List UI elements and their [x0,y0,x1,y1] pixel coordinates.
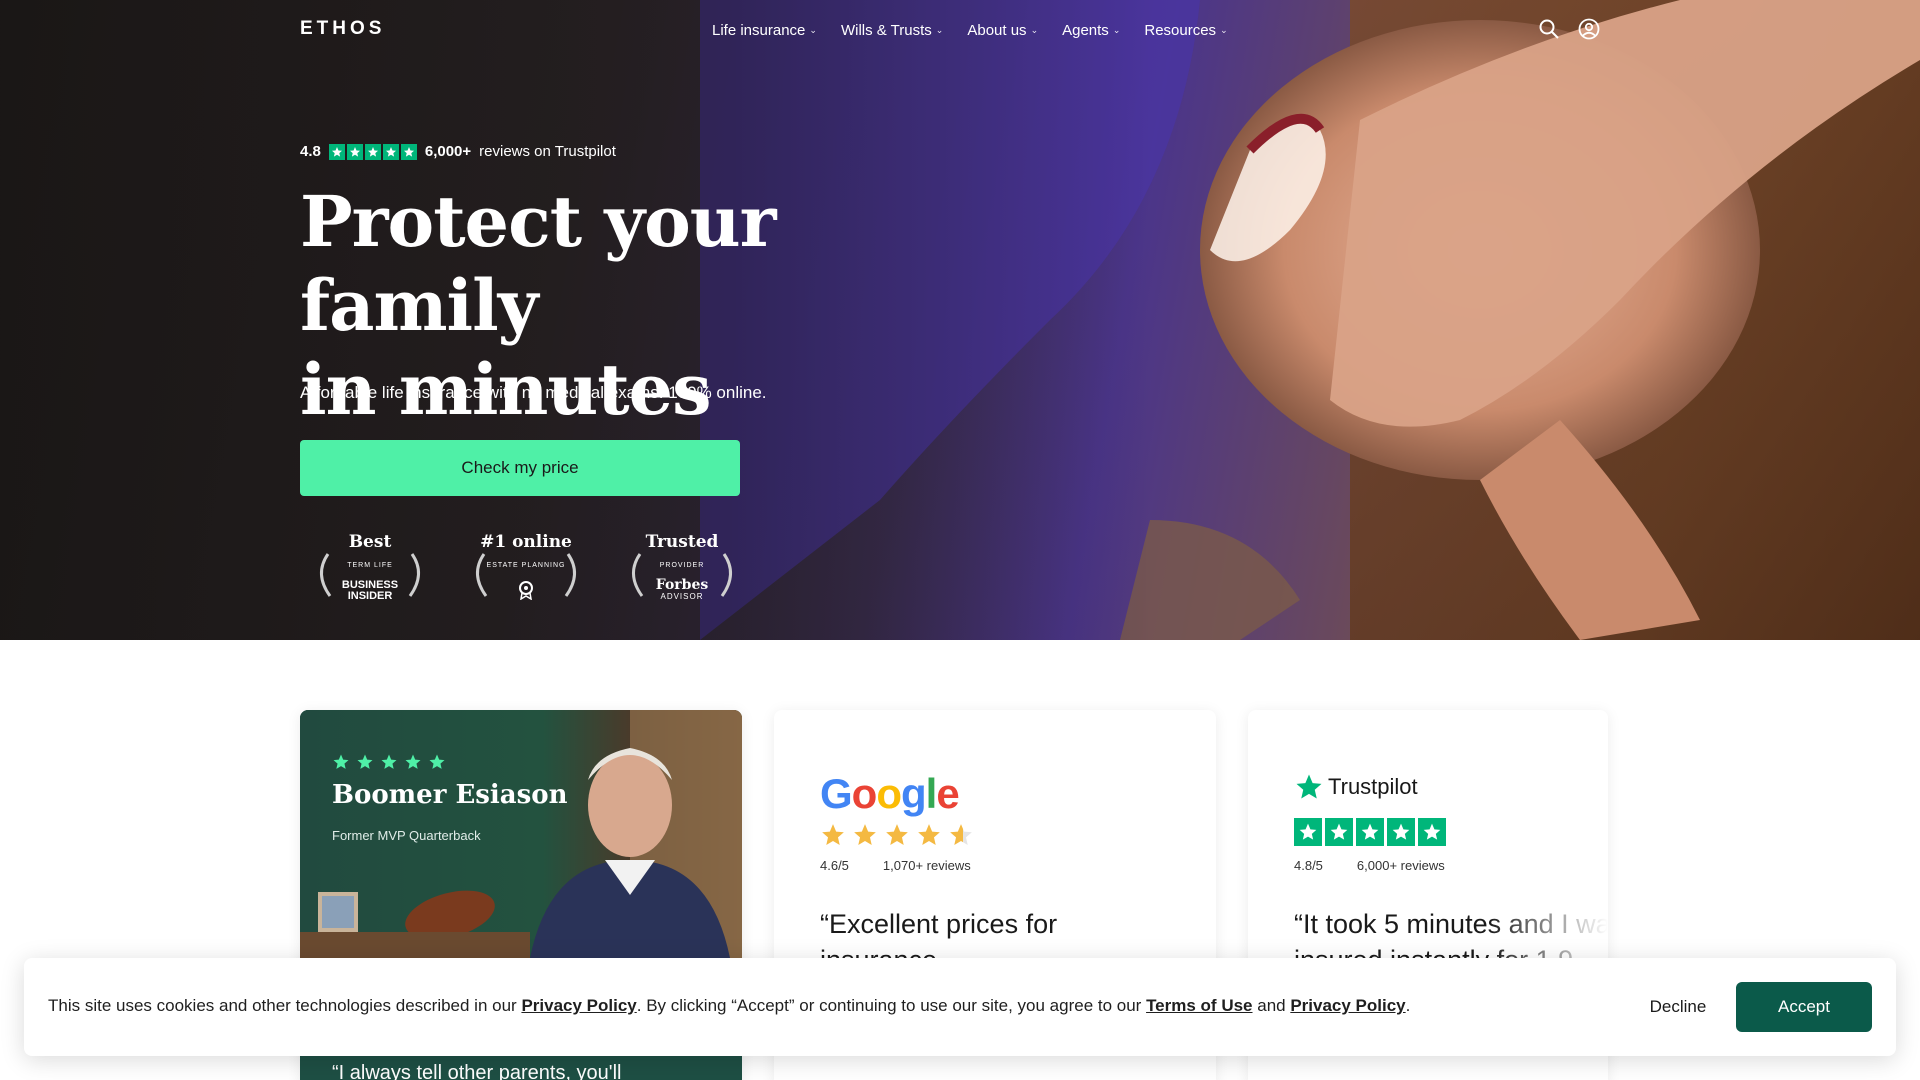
trustpilot-stars [1294,818,1446,846]
google-review-meta: 4.6/5 1,070+ reviews [820,858,971,873]
testimonial-role: Former MVP Quarterback [332,828,481,843]
half-star-icon [950,824,972,845]
testimonial-name: Boomer Esiason [332,780,568,810]
star-icon [405,754,421,769]
award-ribbon-icon [466,580,586,603]
star-icon [382,143,399,160]
review-count: 6,000+ reviews [1356,858,1445,873]
chevron-down-icon: ⌄ [1220,25,1228,35]
star-icon [822,824,844,845]
star-icon [886,824,908,845]
nav-item-label: Life insurance [712,22,806,39]
star-icon [854,824,876,845]
nav-item-wills-trusts[interactable]: Wills & Trusts ⌄ [841,22,943,39]
chevron-down-icon: ⌄ [935,25,944,35]
privacy-policy-link[interactable]: Privacy Policy [521,996,636,1015]
award-brand-line-1: Forbes [655,577,709,593]
star-icon [357,754,373,769]
cookie-text-3: and [1252,996,1291,1015]
star-icon [364,143,381,160]
nav-item-label: Resources [1144,22,1217,39]
hero-section: ETHOS Life insurance ⌄ Wills & Trusts ⌄ … [0,0,1920,640]
award-category: ESTATE PLANNING [486,562,566,569]
rating-score: 4.8 [300,143,321,160]
nav-item-label: Agents [1062,22,1109,39]
account-icon[interactable] [1578,18,1600,40]
award-title: Trusted [645,532,719,552]
rating-stars [332,753,446,771]
award-forbes-advisor: Trusted PROVIDER Forbes ADVISOR [622,528,742,610]
star-icon [1294,818,1322,846]
trustpilot-wordmark: Trustpilot [1328,774,1418,799]
star-icon [328,143,345,160]
star-icon [1418,818,1446,846]
star-icon [346,143,363,160]
nav-item-agents[interactable]: Agents ⌄ [1062,22,1120,39]
google-stars [820,822,974,848]
award-brand: BUSINESS INSIDER [310,580,430,602]
award-category: TERM LIFE [347,562,393,569]
nav-item-about-us[interactable]: About us ⌄ [967,22,1038,39]
review-score: 4.8/5 [1294,858,1323,873]
star-icon [918,824,940,845]
nav-item-label: Wills & Trusts [840,22,932,39]
award-brand: Forbes ADVISOR [622,577,742,602]
nav-item-label: About us [967,22,1027,39]
chevron-down-icon: ⌄ [809,25,817,35]
star-icon [333,754,349,769]
cookie-text-4: . [1405,996,1411,1015]
award-title: Best [348,532,392,552]
decline-button[interactable]: Decline [1604,982,1752,1032]
nav-links: Life insurance ⌄ Wills & Trusts ⌄ About … [712,22,1228,39]
nav-item-life-insurance[interactable]: Life insurance ⌄ [712,22,817,39]
award-brand-line-2: INSIDER [347,590,393,602]
top-nav: ETHOS Life insurance ⌄ Wills & Trusts ⌄ … [0,0,1920,62]
review-score: 4.6/5 [820,858,849,873]
ethos-logo[interactable]: ETHOS [300,18,385,40]
cookie-text-2: . By clicking “Accept” or continuing to … [636,996,1147,1015]
star-icon [1325,818,1353,846]
terms-of-use-link[interactable]: Terms of Use [1146,996,1252,1015]
nav-icons [1538,18,1600,40]
award-title: #1 online [480,532,572,552]
cookie-message: This site uses cookies and other technol… [48,996,1410,1016]
star-icon [400,143,417,160]
award-brand-line-2: ADVISOR [660,592,704,601]
star-icon [1356,818,1384,846]
award-category: PROVIDER [659,562,705,569]
trustpilot-review-meta: 4.8/5 6,000+ reviews [1294,858,1445,873]
nav-item-resources[interactable]: Resources ⌄ [1144,22,1227,39]
rating-suffix: reviews on Trustpilot [479,143,616,160]
award-estate-planning: #1 online ESTATE PLANNING [466,528,586,610]
rating-count: 6,000+ [424,143,472,160]
privacy-policy-link-2[interactable]: Privacy Policy [1290,996,1405,1015]
accept-button[interactable]: Accept [1736,982,1872,1032]
star-icon [1387,818,1415,846]
headline-line-1: Protect your family [300,180,777,347]
chevron-down-icon: ⌄ [1030,25,1039,35]
trustpilot-star-icon [1296,774,1322,799]
testimonial-quote: “I always tell other parents, you'll [332,1062,622,1080]
trustpilot-rating[interactable]: 4.8 6,000+ reviews on Trustpilot [300,143,616,160]
trustpilot-stars [328,143,417,160]
cookie-banner: This site uses cookies and other technol… [24,958,1896,1056]
star-icon [429,754,445,769]
search-icon[interactable] [1538,18,1560,40]
award-business-insider: Best TERM LIFE BUSINESS INSIDER [310,528,430,610]
awards-row: Best TERM LIFE BUSINESS INSIDER #1 onlin… [310,528,742,610]
cookie-text-1: This site uses cookies and other technol… [48,996,522,1015]
google-logo: Google [820,770,960,817]
star-icon [381,754,397,769]
chevron-down-icon: ⌄ [1112,25,1121,35]
review-count: 1,070+ reviews [882,858,971,873]
check-my-price-button[interactable]: Check my price [300,440,740,496]
hero-subhead: Affordable life insurance with no medica… [300,383,767,402]
trustpilot-logo: Trustpilot [1294,772,1418,802]
